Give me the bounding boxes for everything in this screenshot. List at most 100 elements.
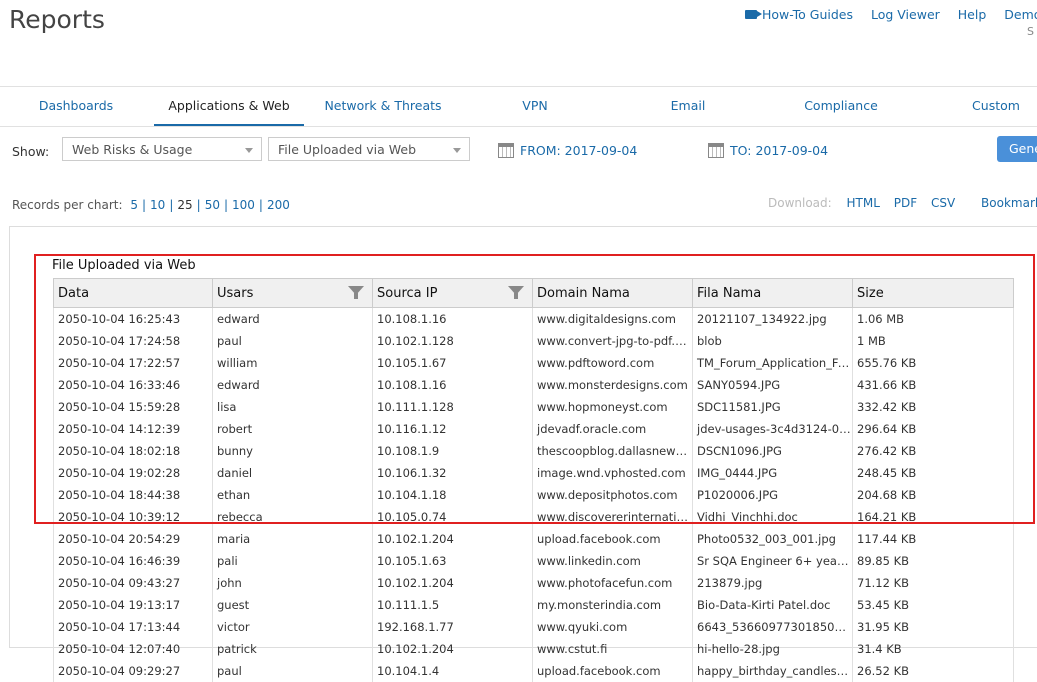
table-row[interactable]: 2050-10-04 14:12:39robert10.116.1.12jdev… <box>54 418 1014 440</box>
cell-size: 117.44 KB <box>853 528 1014 550</box>
cell-domain: my.monsterindia.com <box>533 594 693 616</box>
cell-date: 2050-10-04 12:07:40 <box>54 638 213 660</box>
column-label: Data <box>58 286 89 301</box>
tab-dashboards[interactable]: Dashboards <box>0 87 152 126</box>
filter-icon[interactable] <box>348 286 364 295</box>
cell-file-name: 20121107_134922.jpg <box>693 308 853 331</box>
column-header-size[interactable]: Size <box>853 279 1014 308</box>
column-header-source-ip[interactable]: Sourca IP <box>373 279 533 308</box>
report-group-select[interactable]: Web Risks & Usage <box>62 137 262 161</box>
records-option-5[interactable]: 5 <box>130 198 138 212</box>
tab-custom[interactable]: Custom <box>916 87 1037 126</box>
log-viewer-link[interactable]: Log Viewer <box>871 7 940 22</box>
column-header-users[interactable]: Usars <box>213 279 373 308</box>
cell-file-name: 213879.jpg <box>693 572 853 594</box>
cell-user: maria <box>213 528 373 550</box>
cell-user: john <box>213 572 373 594</box>
cell-date: 2050-10-04 16:33:46 <box>54 374 213 396</box>
from-date-picker[interactable]: FROM: 2017-09-04 <box>498 143 637 158</box>
cell-date: 2050-10-04 14:12:39 <box>54 418 213 440</box>
cell-source-ip: 10.108.1.16 <box>373 374 533 396</box>
cell-size: 248.45 KB <box>853 462 1014 484</box>
cell-file-name: blob <box>693 330 853 352</box>
column-header-domain[interactable]: Domain Nama <box>533 279 693 308</box>
records-option-200[interactable]: 200 <box>267 198 290 212</box>
column-label: Sourca IP <box>377 286 437 301</box>
bookmark-link[interactable]: Bookmark <box>981 196 1037 210</box>
download-label: Download: <box>768 196 832 210</box>
column-label: Usars <box>217 286 253 301</box>
cell-date: 2050-10-04 16:46:39 <box>54 550 213 572</box>
download-pdf-link[interactable]: PDF <box>894 196 917 210</box>
cell-domain: www.depositphotos.com <box>533 484 693 506</box>
cell-source-ip: 10.104.1.18 <box>373 484 533 506</box>
table-row[interactable]: 2050-10-04 18:02:18bunny10.108.1.9thesco… <box>54 440 1014 462</box>
cell-source-ip: 10.111.1.128 <box>373 396 533 418</box>
cell-source-ip: 192.168.1.77 <box>373 616 533 638</box>
filter-icon[interactable] <box>508 286 524 295</box>
cell-domain: www.qyuki.com <box>533 616 693 638</box>
records-option-10[interactable]: 10 <box>150 198 165 212</box>
records-option-100[interactable]: 100 <box>232 198 255 212</box>
download-csv-link[interactable]: CSV <box>931 196 955 210</box>
table-row[interactable]: 2050-10-04 16:46:39pali10.105.1.63www.li… <box>54 550 1014 572</box>
records-option-50[interactable]: 50 <box>205 198 220 212</box>
report-group-value: Web Risks & Usage <box>72 142 192 157</box>
records-option-25[interactable]: 25 <box>177 198 192 212</box>
tab-compliance[interactable]: Compliance <box>768 87 914 126</box>
report-select[interactable]: File Uploaded via Web <box>268 137 470 161</box>
cell-date: 2050-10-04 09:29:27 <box>54 660 213 682</box>
tab-applications-web[interactable]: Applications & Web <box>154 87 304 126</box>
records-per-chart: Records per chart: 5|10|25|50|100|200 <box>12 198 290 212</box>
report-value: File Uploaded via Web <box>278 142 416 157</box>
table-row[interactable]: 2050-10-04 17:13:44victor192.168.1.77www… <box>54 616 1014 638</box>
how-to-guides-link[interactable]: How-To Guides <box>745 7 853 22</box>
tab-vpn[interactable]: VPN <box>462 87 608 126</box>
table-row[interactable]: 2050-10-04 15:59:28lisa10.111.1.128www.h… <box>54 396 1014 418</box>
column-label: Size <box>857 286 884 301</box>
table-row[interactable]: 2050-10-04 17:24:58paul10.102.1.128www.c… <box>54 330 1014 352</box>
cell-size: 71.12 KB <box>853 572 1014 594</box>
tab-email[interactable]: Email <box>610 87 766 126</box>
column-header-date[interactable]: Data <box>54 279 213 308</box>
cell-size: 332.42 KB <box>853 396 1014 418</box>
uploads-table: Data Usars Sourca IP Domain Nama Fila Na… <box>53 278 1014 682</box>
column-header-file-name[interactable]: Fila Nama <box>693 279 853 308</box>
table-row[interactable]: 2050-10-04 10:39:12rebecca10.105.0.74www… <box>54 506 1014 528</box>
cell-source-ip: 10.111.1.5 <box>373 594 533 616</box>
records-label: Records per chart: <box>12 198 123 212</box>
cell-size: 1.06 MB <box>853 308 1014 331</box>
cell-source-ip: 10.108.1.16 <box>373 308 533 331</box>
table-row[interactable]: 2050-10-04 19:13:17guest10.111.1.5my.mon… <box>54 594 1014 616</box>
filter-bar: Show: Web Risks & Usage File Uploaded vi… <box>0 126 1037 181</box>
user-menu-link[interactable]: Demo U <box>1004 7 1037 22</box>
cell-date: 2050-10-04 17:22:57 <box>54 352 213 374</box>
table-row[interactable]: 2050-10-04 12:07:40patrick10.102.1.204ww… <box>54 638 1014 660</box>
table-row[interactable]: 2050-10-04 09:43:27john10.102.1.204www.p… <box>54 572 1014 594</box>
to-date-picker[interactable]: TO: 2017-09-04 <box>708 143 828 158</box>
cell-size: 164.21 KB <box>853 506 1014 528</box>
table-row[interactable]: 2050-10-04 19:02:28daniel10.106.1.32imag… <box>54 462 1014 484</box>
generate-button[interactable]: Gene <box>997 136 1037 162</box>
table-row[interactable]: 2050-10-04 16:25:43edward10.108.1.16www.… <box>54 308 1014 331</box>
tab-network-threats[interactable]: Network & Threats <box>306 87 460 126</box>
cell-date: 2050-10-04 09:43:27 <box>54 572 213 594</box>
table-row[interactable]: 2050-10-04 17:22:57william10.105.1.67www… <box>54 352 1014 374</box>
user-subtitle: S <box>1027 25 1034 38</box>
download-html-link[interactable]: HTML <box>847 196 880 210</box>
table-row[interactable]: 2050-10-04 09:29:27paul10.104.1.4upload.… <box>54 660 1014 682</box>
cell-file-name: DSCN1096.JPG <box>693 440 853 462</box>
cell-file-name: 6643_536609773018500_n.jpg <box>693 616 853 638</box>
cell-date: 2050-10-04 15:59:28 <box>54 396 213 418</box>
cell-user: ethan <box>213 484 373 506</box>
help-link[interactable]: Help <box>958 7 987 22</box>
cell-source-ip: 10.105.1.63 <box>373 550 533 572</box>
page-title: Reports <box>9 5 105 34</box>
table-row[interactable]: 2050-10-04 20:54:29maria10.102.1.204uplo… <box>54 528 1014 550</box>
calendar-icon <box>708 143 724 158</box>
cell-file-name: Sr SQA Engineer 6+ years exp.doc <box>693 550 853 572</box>
chart-title: File Uploaded via Web <box>52 258 196 273</box>
table-row[interactable]: 2050-10-04 18:44:38ethan10.104.1.18www.d… <box>54 484 1014 506</box>
cell-domain: www.monsterdesigns.com <box>533 374 693 396</box>
table-row[interactable]: 2050-10-04 16:33:46edward10.108.1.16www.… <box>54 374 1014 396</box>
